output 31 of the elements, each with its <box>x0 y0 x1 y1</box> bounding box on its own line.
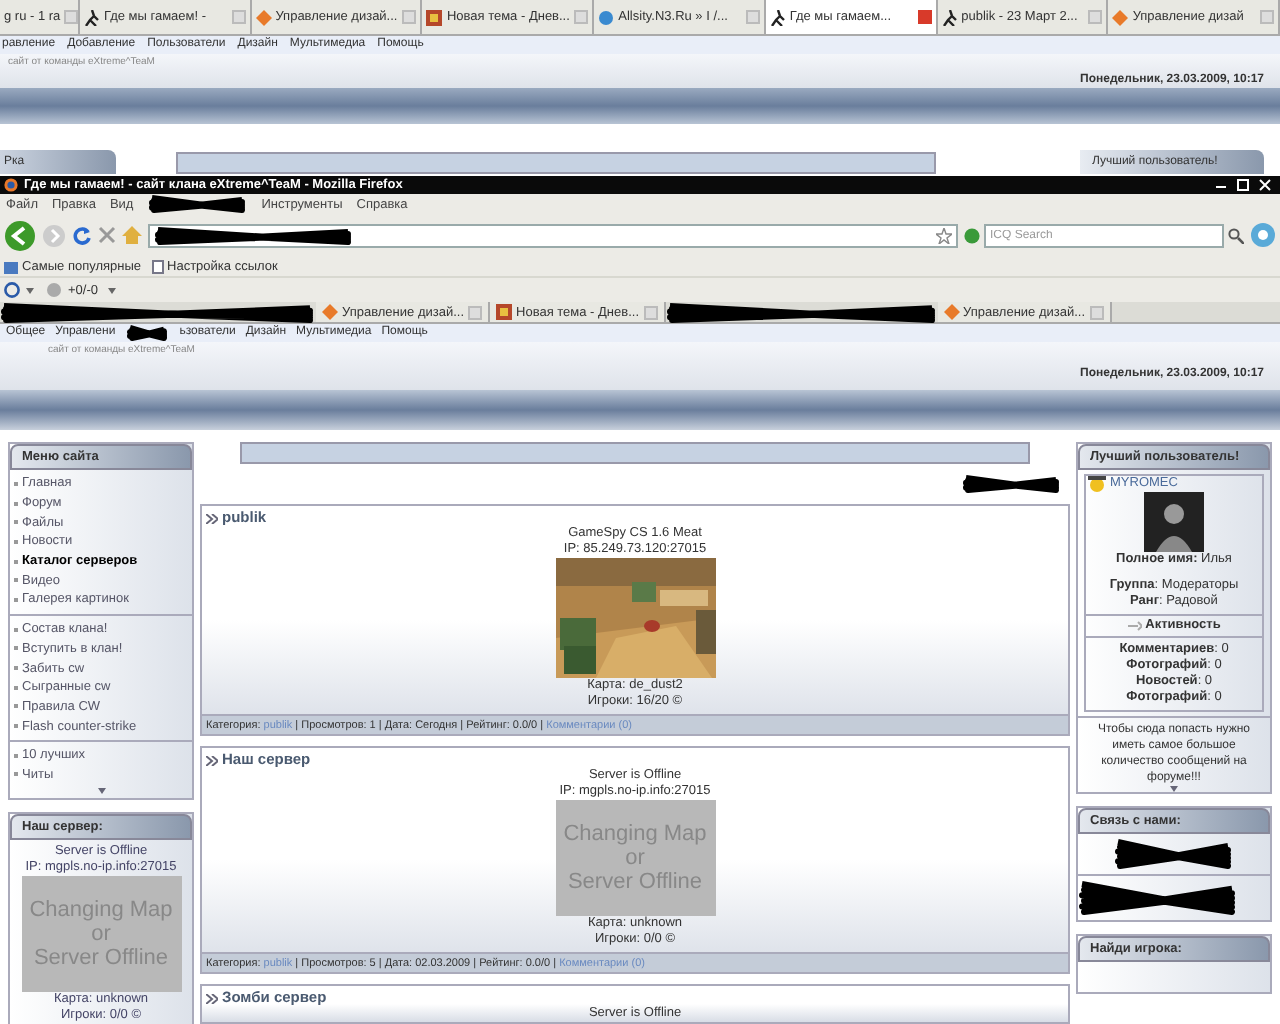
star-icon <box>936 227 952 243</box>
stop-button[interactable] <box>98 226 116 244</box>
home-button[interactable] <box>122 226 142 244</box>
reload-button[interactable] <box>72 225 92 245</box>
runner-icon <box>84 9 100 25</box>
double-chevron-icon <box>206 513 218 523</box>
diamond-icon <box>255 9 272 25</box>
folder-icon <box>4 259 18 273</box>
caret-icon <box>97 788 105 795</box>
search-icon <box>1228 227 1244 243</box>
double-chevron-icon <box>206 755 218 765</box>
diamond-icon <box>1112 9 1129 25</box>
scribble <box>962 474 1062 494</box>
tab-close-button[interactable] <box>917 10 932 24</box>
back-button[interactable] <box>4 219 36 251</box>
page-icon <box>151 259 164 273</box>
runner-icon <box>769 9 786 25</box>
ball-icon <box>46 282 62 298</box>
square-icon <box>496 304 513 320</box>
runner-icon <box>941 9 958 25</box>
close-button[interactable] <box>1258 178 1276 192</box>
caret-icon <box>26 287 34 293</box>
avatar <box>1144 492 1204 552</box>
caret-icon <box>108 287 116 293</box>
double-chevron-icon <box>206 993 218 1003</box>
maximize-button[interactable] <box>1236 178 1254 192</box>
address-field[interactable] <box>148 223 958 247</box>
caret-icon <box>1170 786 1178 792</box>
circle-icon <box>4 282 20 298</box>
scribble <box>1114 838 1234 870</box>
square-icon <box>426 9 443 25</box>
